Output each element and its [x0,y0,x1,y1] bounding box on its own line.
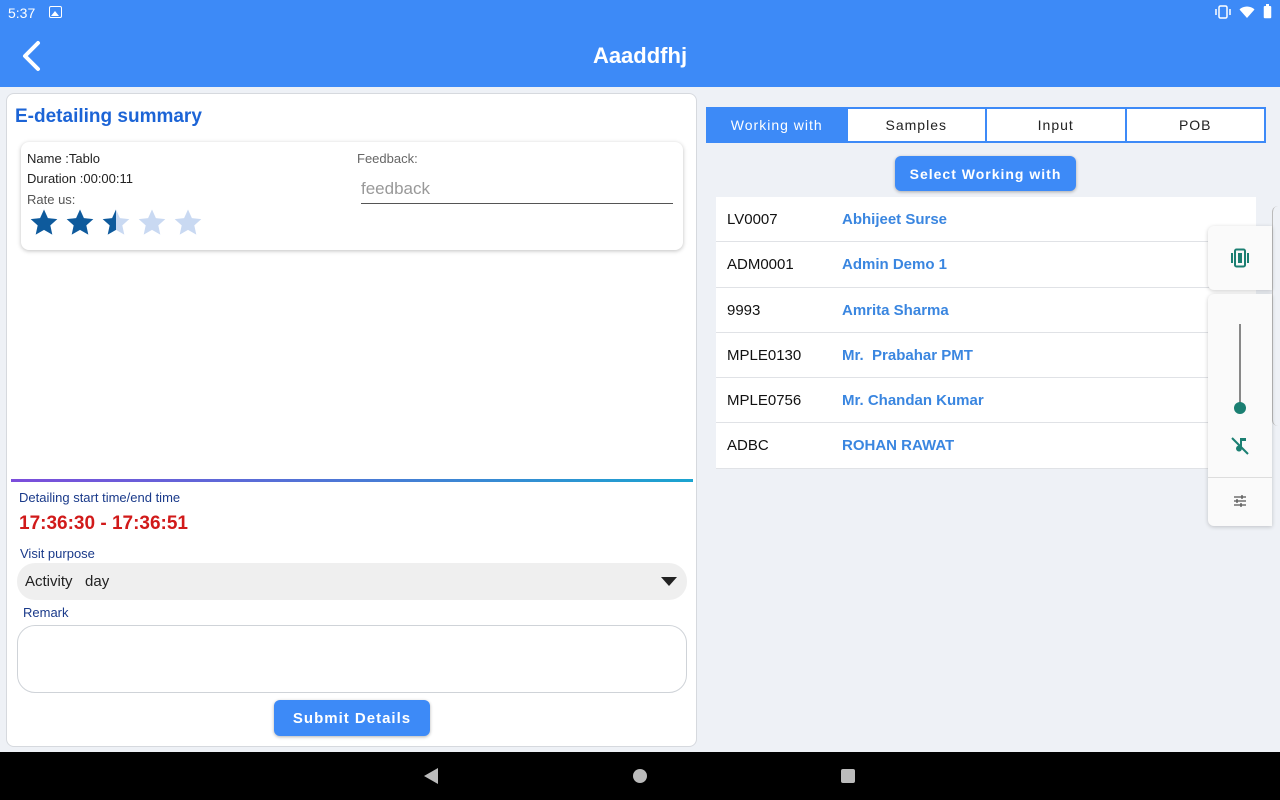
employee-name: Amrita Sharma [842,301,949,319]
system-nav-bar [0,752,1280,800]
tab-pob[interactable]: POB [1124,109,1265,141]
status-bar: 5:37 [0,0,1280,26]
nav-home-icon[interactable] [633,769,647,783]
visit-purpose-select[interactable]: Activity day [17,563,687,600]
volume-knob[interactable] [1234,401,1246,414]
employee-name: Mr. Prabahar PMT [842,346,973,364]
image-notification-icon [49,6,62,18]
status-icons [1215,4,1272,19]
nav-back-icon[interactable] [424,768,438,784]
employee-code: ADBC [727,437,769,455]
working-with-list: LV0007 Abhijeet Surse ADM0001 Admin Demo 1 9… [716,197,1256,469]
employee-code: MPLE0756 [727,392,802,410]
visit-purpose-label: Visit purpose [20,546,95,561]
volume-separator [1208,477,1272,478]
star-icon[interactable] [173,208,203,238]
equalizer-settings-icon[interactable] [1233,494,1247,508]
section-divider [11,479,693,482]
battery-icon [1263,4,1272,19]
working-with-row[interactable]: ADBC ROHAN RAWAT [716,423,1256,469]
employee-code: LV0007 [727,211,778,228]
star-icon[interactable] [29,208,59,238]
rate-label: Rate us: [27,192,76,207]
feedback-input[interactable] [361,174,673,204]
volume-mode-panel [1208,226,1272,290]
app-bar: Aaaddfhj [0,26,1280,87]
summary-duration: Duration :00:00:11 [27,171,133,186]
working-with-row[interactable]: 9993 Amrita Sharma [716,288,1256,333]
page-title: Aaaddfhj [592,43,688,68]
edge-handle[interactable] [1272,206,1280,426]
tab-input[interactable]: Input [985,109,1125,141]
wifi-icon [1239,6,1255,18]
employee-name: Admin Demo 1 [842,256,948,274]
star-icon[interactable] [137,208,167,238]
visit-purpose-value: Activity day [25,573,110,590]
employee-code: ADM0001 [727,256,794,274]
employee-code: MPLE0130 [727,346,802,364]
summary-name: Name :Tablo [27,151,100,166]
employee-code: 9993 [727,301,761,319]
music-muted-icon[interactable] [1229,436,1251,456]
star-icon[interactable] [101,208,131,238]
vibrate-mode-icon[interactable] [1229,248,1251,268]
star-icon[interactable] [65,208,95,238]
feedback-label: Feedback: [357,151,418,166]
working-with-row[interactable]: MPLE0130 Mr. Prabahar PMT [716,333,1256,379]
vibrate-icon [1215,4,1231,19]
tab-bar: Working with Samples Input POB [706,107,1266,143]
employee-name: Abhijeet Surse [842,211,948,228]
tab-working-with[interactable]: Working with [708,109,846,141]
working-with-row[interactable]: ADM0001 Admin Demo 1 [716,242,1256,288]
working-with-row[interactable]: MPLE0756 Mr. Chandan Kumar [716,378,1256,424]
employee-name: Mr. Chandan Kumar [842,392,984,410]
working-with-row[interactable]: LV0007 Abhijeet Surse [716,197,1256,243]
tab-samples[interactable]: Samples [845,109,986,141]
summary-title: E-detailing summary [15,106,202,127]
detailing-time-range: 17:36:30 - 17:36:51 [19,513,188,534]
submit-details-button[interactable]: Submit Details [274,700,430,736]
select-working-with-button[interactable]: Select Working with [895,156,1076,191]
employee-name: ROHAN RAWAT [842,437,955,455]
remark-label: Remark [23,605,69,620]
volume-slider-panel [1208,294,1272,526]
remark-input[interactable] [17,625,687,693]
dropdown-caret-icon [661,577,677,586]
volume-track[interactable] [1239,324,1241,408]
star-rating[interactable] [29,208,203,238]
detailing-time-label: Detailing start time/end time [19,490,181,505]
edetailing-card: E-detailing summary Name :Tablo Duration… [6,93,697,747]
nav-recents-icon[interactable] [841,769,855,783]
status-time: 5:37 [8,5,36,21]
summary-box: Name :Tablo Duration :00:00:11 Rate us: … [21,142,683,250]
